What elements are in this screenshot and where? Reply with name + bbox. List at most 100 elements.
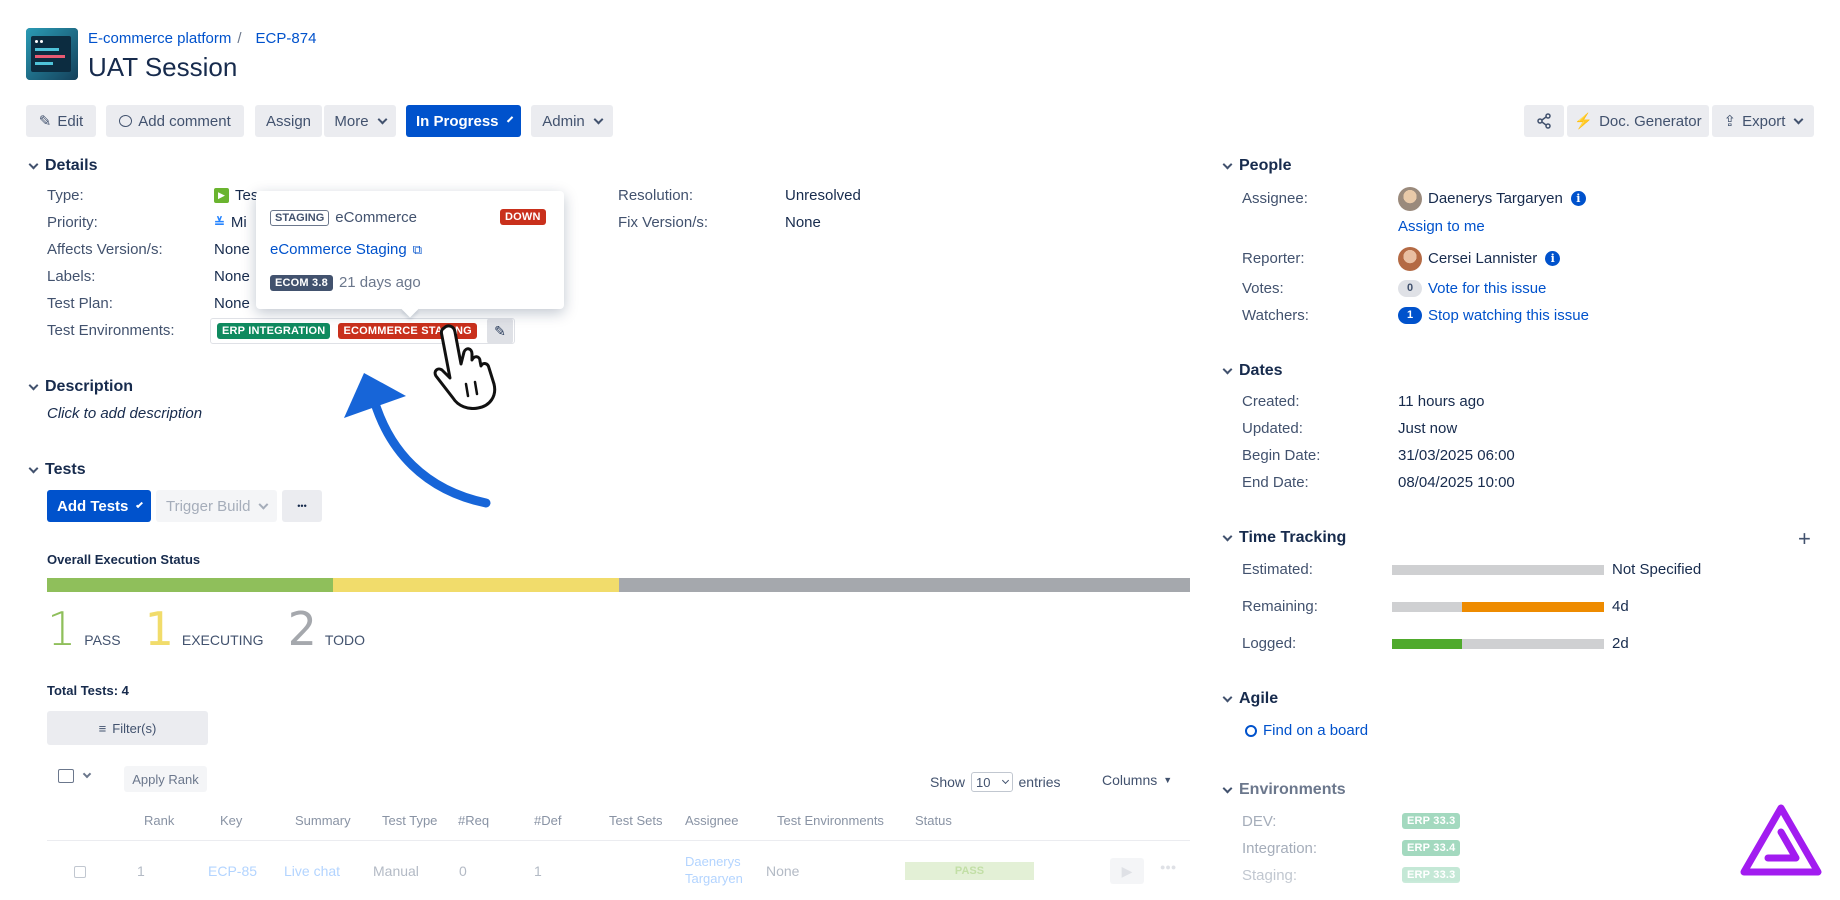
col-header-status[interactable]: Status bbox=[915, 813, 952, 828]
breadcrumb: E-commerce platform / ECP-874 bbox=[88, 30, 316, 47]
export-icon: ⇪ bbox=[1723, 113, 1737, 130]
chevron-down-icon bbox=[1222, 692, 1233, 702]
columns-button[interactable]: Columns ▼ bbox=[1102, 772, 1172, 788]
filter-button[interactable]: ≡ Filter(s) bbox=[47, 711, 208, 745]
breadcrumb-project[interactable]: E-commerce platform bbox=[88, 30, 231, 47]
env-integration-tag[interactable]: ERP 33.4 bbox=[1402, 840, 1461, 856]
breadcrumb-issue-key[interactable]: ECP-874 bbox=[256, 30, 317, 47]
trigger-build-button[interactable]: Trigger Build bbox=[156, 490, 277, 522]
row-test-type: Manual bbox=[373, 863, 419, 879]
export-button[interactable]: ⇪ Export bbox=[1712, 105, 1814, 137]
col-header-key[interactable]: Key bbox=[220, 813, 242, 828]
execute-button[interactable]: ▶ bbox=[1110, 858, 1144, 884]
agile-section-toggle[interactable]: Agile bbox=[1222, 690, 1278, 708]
add-tests-button[interactable]: Add Tests bbox=[47, 490, 151, 522]
col-header-test-sets[interactable]: Test Sets bbox=[609, 813, 662, 828]
info-icon[interactable]: i bbox=[1570, 191, 1586, 206]
col-header-test-environments[interactable]: Test Environments bbox=[777, 813, 884, 828]
estimated-bar bbox=[1392, 565, 1604, 575]
vote-link[interactable]: Vote for this issue bbox=[1428, 280, 1546, 297]
env-tag-erp-integration[interactable]: ERP INTEGRATION bbox=[217, 323, 331, 339]
overall-execution-status-label: Overall Execution Status bbox=[47, 552, 201, 567]
row-req: 0 bbox=[459, 863, 467, 879]
row-status-badge: PASS bbox=[905, 862, 1034, 880]
description-section-toggle[interactable]: Description bbox=[28, 378, 133, 396]
assign-button[interactable]: Assign bbox=[255, 105, 322, 137]
pointer-arrow-icon bbox=[344, 373, 491, 508]
assignee-value[interactable]: Daenerys Targaryen i bbox=[1428, 190, 1586, 207]
list-view-icon bbox=[58, 769, 74, 783]
doc-generator-button[interactable]: ⚡ Doc. Generator bbox=[1567, 105, 1709, 137]
staging-badge: STAGING bbox=[270, 209, 330, 226]
people-section-toggle[interactable]: People bbox=[1222, 157, 1291, 175]
progress-pass-segment bbox=[47, 578, 333, 592]
watch-link[interactable]: Stop watching this issue bbox=[1428, 307, 1589, 324]
more-button[interactable]: More bbox=[324, 105, 396, 137]
popup-env-link[interactable]: eCommerce Staging ⧉ bbox=[270, 241, 422, 258]
col-header-assignee[interactable]: Assignee bbox=[685, 813, 738, 828]
fix-version-value: None bbox=[785, 214, 821, 231]
environments-section-toggle[interactable]: Environments bbox=[1222, 781, 1346, 799]
share-icon bbox=[1537, 113, 1551, 129]
add-time-button[interactable]: + bbox=[1798, 526, 1811, 552]
col-header-summary[interactable]: Summary bbox=[295, 813, 351, 828]
chevron-down-icon bbox=[1794, 114, 1804, 124]
project-avatar[interactable] bbox=[26, 28, 78, 80]
description-placeholder[interactable]: Click to add description bbox=[47, 405, 202, 422]
caret-down-icon: ▼ bbox=[1163, 775, 1173, 785]
time-tracking-section-toggle[interactable]: Time Tracking bbox=[1222, 529, 1346, 547]
chevron-down-icon bbox=[28, 463, 39, 473]
type-label: Type: bbox=[47, 187, 84, 204]
details-section-toggle[interactable]: Details bbox=[28, 157, 97, 175]
votes-count: 0 bbox=[1398, 280, 1422, 297]
row-summary[interactable]: Live chat bbox=[284, 863, 340, 879]
chevron-down-icon bbox=[28, 159, 39, 169]
row-key[interactable]: ECP-85 bbox=[208, 863, 257, 879]
row-checkbox[interactable] bbox=[74, 866, 86, 878]
pass-label: PASS bbox=[84, 632, 121, 648]
col-header-req[interactable]: #Req bbox=[458, 813, 489, 828]
info-icon[interactable]: i bbox=[1545, 251, 1561, 266]
col-header-test-type[interactable]: Test Type bbox=[382, 813, 437, 828]
env-dev-tag[interactable]: ERP 33.3 bbox=[1402, 813, 1461, 829]
assign-to-me-link[interactable]: Assign to me bbox=[1398, 218, 1485, 235]
play-icon: ▶ bbox=[1121, 862, 1133, 879]
begin-date-value: 31/03/2025 06:00 bbox=[1398, 447, 1515, 464]
status-transition-button[interactable]: In Progress bbox=[406, 105, 521, 137]
resolution-value: Unresolved bbox=[785, 187, 861, 204]
col-header-def[interactable]: #Def bbox=[534, 813, 561, 828]
breadcrumb-separator: / bbox=[237, 30, 242, 47]
execution-progress-bar bbox=[47, 578, 1190, 592]
edit-button[interactable]: ✎ Edit bbox=[26, 105, 96, 137]
external-link-icon: ⧉ bbox=[412, 241, 423, 257]
remaining-fill bbox=[1461, 602, 1604, 612]
labels-value: None bbox=[214, 268, 250, 285]
chevron-down-icon bbox=[1222, 159, 1233, 169]
updated-value: Just now bbox=[1398, 420, 1458, 437]
row-actions-button[interactable]: ●●● bbox=[1160, 862, 1176, 872]
dates-section-toggle[interactable]: Dates bbox=[1222, 362, 1283, 380]
apply-rank-button[interactable]: Apply Rank bbox=[124, 766, 207, 792]
admin-button[interactable]: Admin bbox=[531, 105, 613, 137]
reporter-value[interactable]: Cersei Lannister i bbox=[1428, 250, 1561, 267]
tests-section-toggle[interactable]: Tests bbox=[28, 461, 86, 479]
rank-view-toggle[interactable] bbox=[58, 769, 92, 783]
status-counts: 1 PASS 1 EXECUTING 2 TODO bbox=[47, 602, 365, 656]
test-environments-label: Test Environments: bbox=[47, 322, 175, 339]
chevron-down-icon bbox=[258, 499, 269, 509]
tests-more-button[interactable]: ••• bbox=[282, 490, 322, 522]
entries-select[interactable]: 10 bbox=[971, 772, 1013, 792]
chevron-down-icon bbox=[28, 380, 39, 390]
share-button[interactable] bbox=[1524, 105, 1564, 137]
down-status-badge: DOWN bbox=[500, 209, 546, 225]
add-comment-button[interactable]: Add comment bbox=[106, 105, 244, 137]
col-header-rank[interactable]: Rank bbox=[144, 813, 174, 828]
row-assignee[interactable]: Daenerys Targaryen bbox=[685, 853, 743, 887]
find-on-board-link[interactable]: Find on a board bbox=[1245, 722, 1368, 739]
end-date-value: 08/04/2025 10:00 bbox=[1398, 474, 1515, 491]
total-tests: Total Tests: 4 bbox=[47, 683, 129, 698]
executing-count: 1 bbox=[144, 602, 174, 656]
chevron-down-icon bbox=[1222, 364, 1233, 374]
comment-icon bbox=[119, 115, 133, 127]
pencil-icon: ✎ bbox=[38, 113, 52, 130]
